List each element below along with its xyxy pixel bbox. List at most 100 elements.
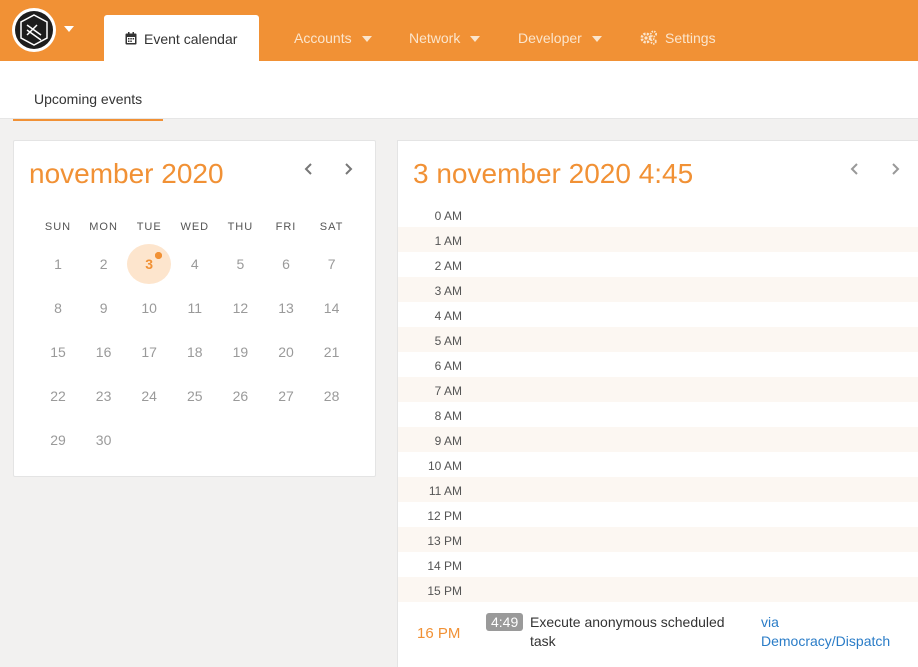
calendar-day[interactable]: 24 [127,376,171,416]
nav-item-label: Network [409,30,461,46]
calendar-day[interactable]: 2 [82,244,126,284]
hour-label: 4 AM [434,309,462,323]
calendar-day[interactable]: 14 [310,288,354,328]
calendar-day-number: 18 [187,344,203,360]
event-dot-icon [155,252,163,259]
calendar-day-number: 20 [278,344,294,360]
hour-label: 8 AM [434,409,462,423]
hexagon-logo-icon [15,11,53,49]
calendar-day[interactable]: 9 [82,288,126,328]
calendar-day[interactable]: 8 [36,288,80,328]
nav-item-accounts[interactable]: Accounts [294,30,372,46]
hour-row: 5 AM [398,327,918,352]
calendar-day[interactable]: 27 [264,376,308,416]
hour-label: 0 AM [434,209,462,223]
hour-label: 3 AM [434,284,462,298]
calendar-day[interactable]: 1 [36,244,80,284]
month-title: november 2020 [29,158,224,189]
calendar-day[interactable]: 7 [310,244,354,284]
calendar-day-number: 22 [50,388,66,404]
calendar-day-number: 13 [278,300,294,316]
calendar-day-number: 25 [187,388,203,404]
weekday-header: SUN [44,221,72,233]
hour-label: 15 PM [427,584,462,598]
calendar-day[interactable]: 25 [173,376,217,416]
event-hour-label: 16 PM [417,625,461,642]
day-title: 3 november 2020 4:45 [413,158,694,189]
hour-label: 11 AM [428,484,462,498]
calendar-day[interactable]: 28 [310,376,354,416]
hour-row: 3 AM [398,277,918,302]
hour-row: 12 PM [398,502,918,527]
calendar-day-number: 10 [141,300,157,316]
calendar-day-number: 28 [323,388,340,404]
weekday-header: WED [180,221,210,233]
nav-item-settings[interactable]: Settings [665,30,716,46]
calendar-day-number: 29 [50,432,66,448]
month-calendar: november 2020 SUN MON TUE WED THU FRI SAT 1234… [13,140,376,477]
weekday-header: THU [227,221,254,233]
chevron-right-icon[interactable] [887,161,903,177]
chevron-right-icon[interactable] [340,161,356,177]
weekday-header: SAT [319,221,344,233]
hour-row: 6 AM [398,352,918,377]
calendar-day-number: 9 [99,300,108,316]
calendar-day-number: 11 [187,300,203,316]
hour-label: 5 AM [434,334,462,348]
calendar-day[interactable]: 15 [36,332,80,372]
calendar-day-number: 21 [323,344,340,360]
calendar-day[interactable]: 16 [82,332,126,372]
caret-down-icon [361,36,372,43]
chevron-left-icon[interactable] [847,161,863,177]
nav-item-network[interactable]: Network [409,30,481,46]
calendar-day[interactable]: 11 [173,288,217,328]
top-navbar: Event calendar Accounts Network Develope… [0,0,918,61]
calendar-day-number: 2 [99,256,108,272]
chevron-left-icon[interactable] [301,161,317,177]
nav-item-label: Settings [665,30,716,46]
calendar-icon [125,32,137,50]
hour-row: 10 AM [398,452,918,477]
chevron-down-icon[interactable] [64,26,74,32]
hour-row: 7 AM [398,377,918,402]
calendar-day[interactable]: 5 [218,244,262,284]
nav-item-developer[interactable]: Developer [518,30,602,46]
calendar-day-number: 14 [323,300,340,316]
hour-row: 9 AM [398,427,918,452]
nav-tab-event-calendar[interactable]: Event calendar [104,15,259,61]
calendar-day[interactable]: 23 [82,376,126,416]
logo[interactable] [12,8,56,52]
tab-upcoming-events[interactable]: Upcoming events [13,61,163,121]
nav-item-label: Accounts [294,30,352,46]
calendar-day-number: 1 [54,256,62,272]
calendar-day[interactable]: 19 [218,332,262,372]
calendar-day[interactable]: 26 [218,376,262,416]
event-title[interactable]: Execute anonymous scheduled task [530,613,745,651]
hour-row: 8 AM [398,402,918,427]
calendar-day[interactable]: 29 [36,420,80,460]
hour-label: 9 AM [434,434,462,448]
calendar-day-number: 30 [95,432,112,448]
calendar-day[interactable]: 21 [310,332,354,372]
calendar-day[interactable]: 18 [173,332,217,372]
tab-label: Upcoming events [34,91,143,107]
calendar-day[interactable]: 20 [264,332,308,372]
calendar-day[interactable]: 12 [218,288,262,328]
calendar-day[interactable]: 30 [82,420,126,460]
calendar-day[interactable]: 17 [127,332,171,372]
calendar-day[interactable]: 22 [36,376,80,416]
calendar-day[interactable]: 10 [127,288,171,328]
calendar-day[interactable]: 13 [264,288,308,328]
event-source-link[interactable]: via Democracy/Dispatch [761,613,906,651]
caret-down-icon [470,36,481,43]
calendar-day-number: 5 [236,256,245,272]
subtab-bar: Upcoming events [0,61,918,121]
calendar-day[interactable]: 3 [127,244,172,284]
calendar-day-number: 6 [282,256,290,272]
calendar-day[interactable]: 4 [173,244,217,284]
hour-label: 7 AM [434,384,462,398]
calendar-day[interactable]: 6 [264,244,308,284]
hour-row: 14 PM [398,552,918,577]
hour-row: 4 AM [398,302,918,327]
weekday-header: MON [89,221,118,233]
